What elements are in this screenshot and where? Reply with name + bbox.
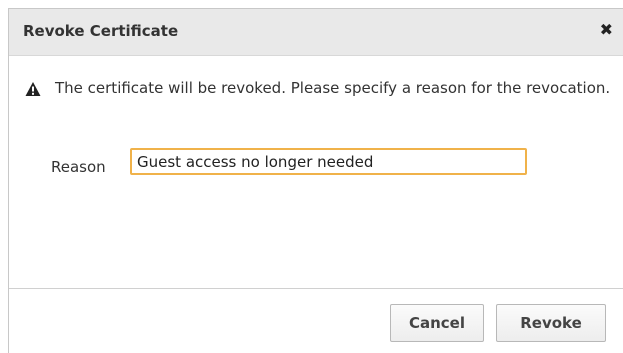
revoke-button[interactable]: Revoke [496, 304, 606, 342]
dialog-title: Revoke Certificate [23, 22, 179, 40]
reason-label: Reason [51, 158, 106, 176]
warning-triangle-icon [25, 82, 41, 96]
revoke-certificate-dialog: Revoke Certificate ✖ The certificate wil… [8, 8, 623, 353]
warning-text: The certificate will be revoked. Please … [55, 79, 611, 97]
dialog-titlebar: Revoke Certificate ✖ [9, 9, 623, 56]
close-icon[interactable]: ✖ [600, 21, 613, 39]
reason-input[interactable] [130, 148, 527, 175]
cancel-button[interactable]: Cancel [390, 304, 484, 342]
footer-divider [9, 288, 623, 289]
